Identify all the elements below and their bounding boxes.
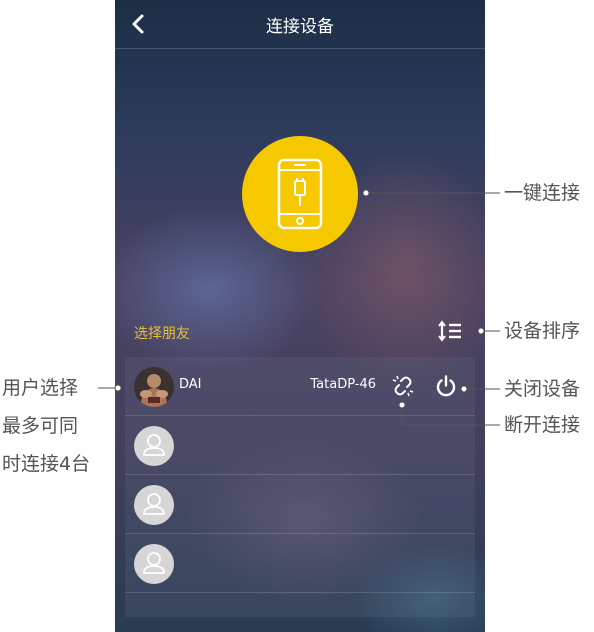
annotation-user-select-3: 时连接4台 <box>2 453 91 475</box>
annotation-close-device: 关闭设备 <box>504 378 581 400</box>
annotation-one-key-connect: 一键连接 <box>504 182 581 204</box>
annotation-disconnect: 断开连接 <box>504 414 581 436</box>
annotation-user-select-1: 用户选择 <box>2 377 79 399</box>
annotation-user-select-2: 最多可同 <box>2 415 79 437</box>
annotation-device-sort: 设备排序 <box>504 320 581 342</box>
